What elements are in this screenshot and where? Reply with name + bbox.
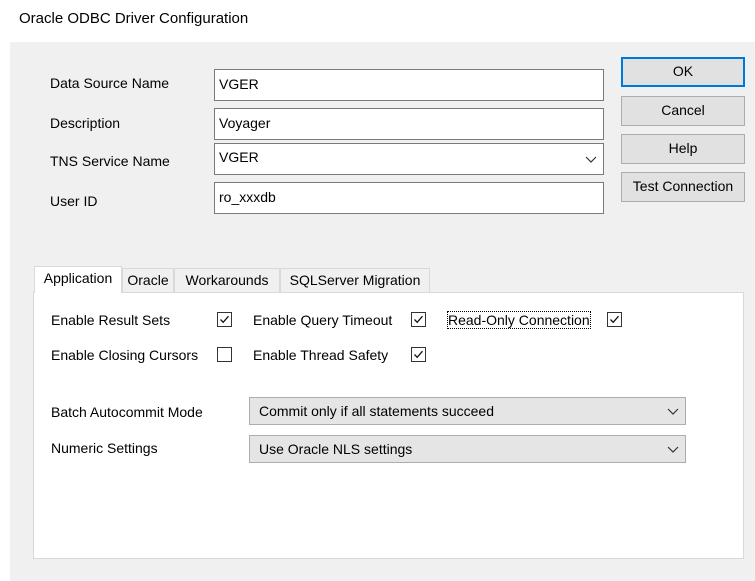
ok-button[interactable]: OK xyxy=(621,57,745,87)
enable-result-sets-checkbox[interactable] xyxy=(217,312,232,327)
enable-thread-safety-checkbox[interactable] xyxy=(411,347,426,362)
enable-closing-cursors-label: Enable Closing Cursors xyxy=(51,347,199,363)
read-only-connection-label: Read-Only Connection xyxy=(447,311,591,329)
data-source-name-label: Data Source Name xyxy=(50,75,170,91)
tab-panel-application xyxy=(33,292,744,559)
window-title: Oracle ODBC Driver Configuration xyxy=(19,10,249,27)
description-input[interactable]: Voyager xyxy=(214,108,604,140)
help-button[interactable]: Help xyxy=(621,134,745,164)
tns-service-name-combo[interactable]: VGER xyxy=(214,143,604,175)
enable-closing-cursors-checkbox[interactable] xyxy=(217,347,232,362)
enable-result-sets-label: Enable Result Sets xyxy=(51,312,171,328)
checkmark-icon xyxy=(610,315,619,324)
read-only-connection-checkbox[interactable] xyxy=(607,312,622,327)
tns-service-name-label: TNS Service Name xyxy=(50,153,170,169)
checkmark-icon xyxy=(414,350,423,359)
description-label: Description xyxy=(50,115,121,131)
chevron-down-icon xyxy=(585,156,597,163)
cancel-button[interactable]: Cancel xyxy=(621,96,745,126)
batch-autocommit-label: Batch Autocommit Mode xyxy=(51,404,203,420)
enable-query-timeout-label: Enable Query Timeout xyxy=(253,312,393,328)
enable-query-timeout-checkbox[interactable] xyxy=(411,312,426,327)
enable-thread-safety-label: Enable Thread Safety xyxy=(253,347,389,363)
chevron-down-icon xyxy=(667,408,679,415)
user-id-label: User ID xyxy=(50,193,98,209)
numeric-settings-label: Numeric Settings xyxy=(51,440,158,456)
tab-sqlserver-migration[interactable]: SQLServer Migration xyxy=(280,268,430,292)
batch-autocommit-value: Commit only if all statements succeed xyxy=(259,403,494,419)
numeric-settings-value: Use Oracle NLS settings xyxy=(259,441,413,457)
numeric-settings-select[interactable]: Use Oracle NLS settings xyxy=(249,435,686,463)
tab-workarounds[interactable]: Workarounds xyxy=(174,268,280,292)
tab-application[interactable]: Application xyxy=(34,266,122,293)
checkmark-icon xyxy=(220,315,229,324)
chevron-down-icon xyxy=(667,446,679,453)
user-id-input[interactable]: ro_xxxdb xyxy=(214,182,604,214)
checkmark-icon xyxy=(414,315,423,324)
test-connection-button[interactable]: Test Connection xyxy=(621,172,745,202)
data-source-name-input[interactable]: VGER xyxy=(214,69,604,101)
tns-service-name-value: VGER xyxy=(219,149,259,165)
tab-oracle[interactable]: Oracle xyxy=(122,268,174,292)
batch-autocommit-select[interactable]: Commit only if all statements succeed xyxy=(249,397,686,425)
